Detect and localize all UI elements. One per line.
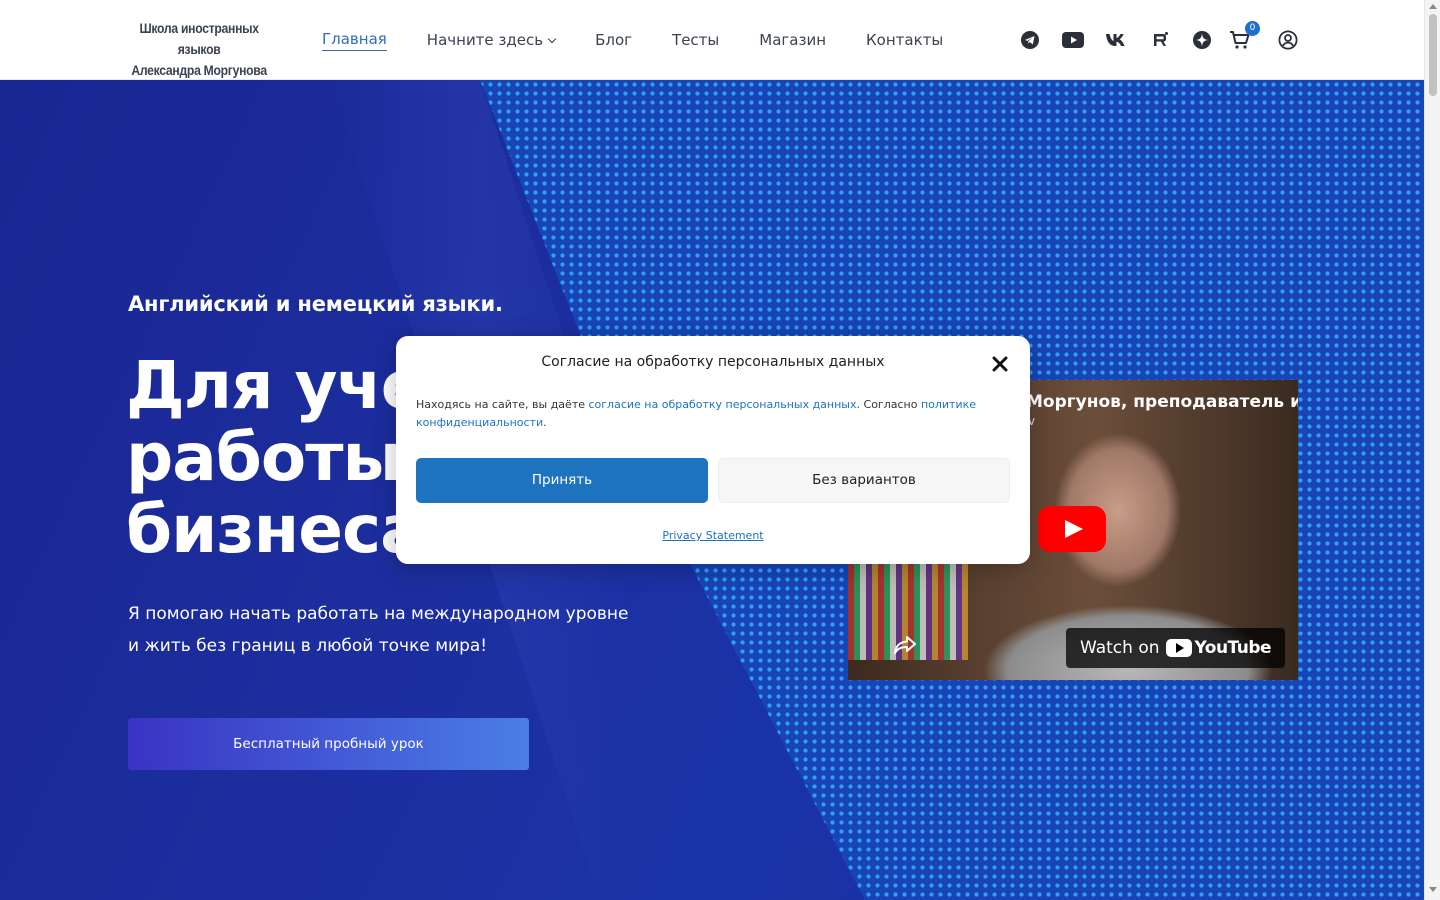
video-title[interactable]: Моргунов, преподаватель и (1026, 392, 1298, 412)
youtube-logo-label: YouTube (1194, 638, 1272, 658)
consent-text-start: Находясь на сайте, вы даёте (416, 398, 589, 411)
hero-lead: Я помогаю начать работать на международн… (128, 598, 648, 662)
dzen-icon[interactable] (1190, 28, 1214, 52)
consent-modal: Согласие на обработку персональных данны… (396, 336, 1030, 564)
scroll-down-arrow-icon[interactable] (1429, 887, 1437, 892)
consent-text-end: . (543, 416, 547, 429)
scroll-up-arrow-icon[interactable] (1429, 4, 1437, 9)
logo-line-1: Школа иностранных языков (139, 21, 259, 57)
consent-modal-text: Находясь на сайте, вы даёте согласие на … (416, 396, 996, 432)
nav-item-start-here[interactable]: Начните здесь (426, 29, 557, 51)
accept-button[interactable]: Принять (416, 458, 708, 503)
watch-on-label: Watch on (1080, 638, 1160, 658)
logo-line-2: Александра Моргунова (131, 63, 267, 78)
hero-lead-line-2: и жить без границ в любой точке мира! (128, 636, 488, 656)
privacy-statement-link[interactable]: Privacy Statement (396, 529, 1030, 542)
nav-item-shop[interactable]: Магазин (759, 29, 826, 51)
nav-item-blog[interactable]: Блог (595, 29, 632, 51)
youtube-logo-icon (1165, 639, 1192, 657)
consent-modal-title: Согласие на обработку персональных данны… (541, 354, 885, 370)
youtube-logo: YouTube (1165, 638, 1272, 658)
chevron-down-icon (547, 34, 557, 43)
nav-item-contacts[interactable]: Контакты (866, 29, 943, 51)
play-icon[interactable] (1038, 506, 1106, 552)
telegram-icon[interactable] (1018, 28, 1042, 52)
hero-lead-line-1: Я помогаю начать работать на международн… (128, 604, 629, 624)
nav-item-start-here-label: Начните здесь (426, 30, 544, 49)
nav-item-home[interactable]: Главная (322, 28, 387, 51)
free-trial-lesson-button[interactable]: Бесплатный пробный урок (128, 718, 529, 770)
page-scrollbar[interactable] (1424, 0, 1440, 900)
scrollbar-thumb[interactable] (1429, 14, 1437, 96)
consent-link[interactable]: согласие на обработку персональных данны… (589, 398, 857, 411)
share-icon[interactable] (892, 632, 918, 658)
consent-text-middle: . Согласно (856, 398, 921, 411)
rutube-icon[interactable] (1148, 28, 1172, 52)
deny-button[interactable]: Без вариантов (718, 458, 1010, 503)
main-nav: Главная Начните здесь Блог Тесты Магазин… (322, 28, 983, 51)
youtube-icon[interactable] (1060, 28, 1086, 52)
vk-icon[interactable] (1104, 28, 1128, 52)
cart-count-badge: 0 (1245, 21, 1260, 36)
watch-on-youtube-button[interactable]: Watch on YouTube (1066, 628, 1286, 668)
site-header: Школа иностранных языков Александра Морг… (0, 0, 1424, 80)
site-logo[interactable]: Школа иностранных языков Александра Морг… (128, 18, 270, 81)
hero-subtitle: Английский и немецкий языки. (128, 292, 503, 316)
account-icon[interactable] (1276, 28, 1300, 52)
close-icon[interactable] (990, 354, 1010, 374)
nav-item-tests[interactable]: Тесты (672, 29, 719, 51)
